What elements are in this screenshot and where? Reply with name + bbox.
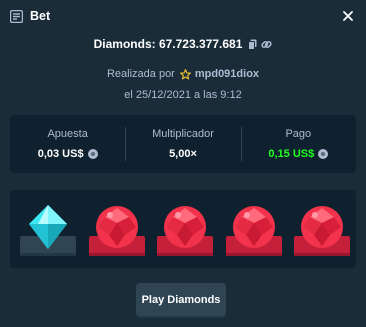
gem-tile-cyan [20, 203, 76, 261]
bet-game-title: Diamonds: 67.723.377.681 [0, 37, 366, 51]
modal-header: Bet [0, 0, 366, 32]
stat-multiplicador: Multiplicador 5,00× [125, 115, 240, 173]
modal-title: Bet [30, 9, 51, 23]
stat-value-pago: 0,15 US$ [268, 148, 329, 160]
bet-stats-panel: Apuesta 0,03 US$ Multiplicador 5,00× Pag… [10, 115, 356, 173]
ruby-gem-icon [294, 206, 350, 256]
diamonds-id-label: Diamonds: 67.723.377.681 [93, 37, 243, 51]
ruby-gem-icon [225, 206, 282, 256]
stat-label-pago: Pago [285, 128, 312, 140]
stat-apuesta: Apuesta 0,03 US$ [10, 115, 125, 173]
gem-tile-red [294, 203, 350, 261]
gem-tile-red [88, 203, 145, 261]
stat-label-apuesta: Apuesta [47, 128, 88, 140]
ruby-gem-icon [157, 206, 213, 256]
stat-label-multiplicador: Multiplicador [152, 128, 214, 140]
username-link[interactable]: mpd091diox [195, 68, 259, 80]
apuesta-amount: 0,03 US$ [37, 148, 84, 160]
diamonds-board [10, 190, 356, 268]
stat-value-apuesta: 0,03 US$ [38, 148, 98, 160]
placed-by-line: Realizada por mpd091diox [0, 68, 366, 80]
bet-date: el 25/12/2021 a las 9:12 [124, 89, 242, 101]
coin-icon [87, 149, 98, 159]
coin-icon [318, 149, 329, 159]
link-icon[interactable] [261, 39, 273, 50]
play-diamonds-button[interactable]: Play Diamonds [136, 283, 226, 316]
gem-tile-red [157, 203, 213, 261]
placed-by-label: Realizada por [106, 68, 175, 80]
close-icon[interactable] [342, 9, 354, 21]
stat-value-multiplicador: 5,00× [169, 148, 197, 160]
ruby-gem-icon [88, 206, 145, 256]
diamond-gem-icon [20, 205, 76, 256]
stat-pago: Pago 0,15 US$ [240, 115, 356, 173]
bet-slip-icon [10, 9, 23, 23]
gem-tile-red [225, 203, 282, 261]
pago-amount: 0,15 US$ [268, 148, 315, 160]
copy-icon[interactable] [248, 39, 257, 50]
multiplicador-amount: 5,00× [169, 148, 197, 160]
star-icon [179, 68, 191, 80]
